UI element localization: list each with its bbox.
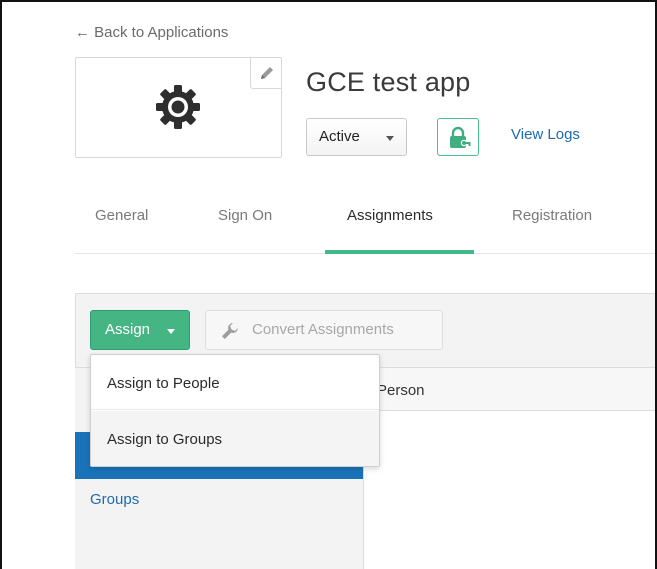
column-header-person[interactable]: Person <box>363 368 655 411</box>
gear-icon <box>156 85 200 129</box>
assign-button[interactable]: Assign <box>90 310 190 350</box>
status-select[interactable]: Active <box>306 118 407 156</box>
status-select-value: Active <box>319 128 360 145</box>
filter-item-groups[interactable]: Groups <box>90 491 139 508</box>
convert-assignments-button[interactable]: Convert Assignments <box>205 310 443 350</box>
assign-button-label: Assign <box>105 321 151 338</box>
view-logs-link[interactable]: View Logs <box>511 126 580 143</box>
assign-dropdown-menu: Assign to People Assign to Groups <box>90 354 380 467</box>
app-frame: ← Back to Applications GCE test app Acti… <box>0 0 657 569</box>
lock-key-icon <box>450 126 471 148</box>
menu-item-assign-to-people[interactable]: Assign to People <box>91 355 379 410</box>
tab-general[interactable]: General <box>95 207 148 224</box>
app-logo-box <box>75 57 282 158</box>
table-body <box>363 411 655 569</box>
column-header-label: Person <box>377 382 425 399</box>
caret-down-icon <box>167 329 175 334</box>
tab-sign-on[interactable]: Sign On <box>218 207 272 224</box>
active-tab-indicator <box>325 250 474 254</box>
app-title: GCE test app <box>306 67 471 97</box>
lock-key-button[interactable] <box>437 118 479 156</box>
convert-assignments-label: Convert Assignments <box>252 321 394 338</box>
tab-bar: General Sign On Assignments Registration <box>75 198 655 254</box>
tab-registration[interactable]: Registration <box>512 207 592 224</box>
menu-item-assign-to-groups[interactable]: Assign to Groups <box>91 411 379 466</box>
wrench-icon <box>222 323 238 339</box>
tab-assignments[interactable]: Assignments <box>347 207 433 224</box>
back-to-applications-link[interactable]: ← Back to Applications <box>75 24 228 41</box>
edit-logo-button[interactable] <box>250 57 282 89</box>
caret-down-icon <box>386 136 394 141</box>
pencil-icon <box>261 67 273 79</box>
